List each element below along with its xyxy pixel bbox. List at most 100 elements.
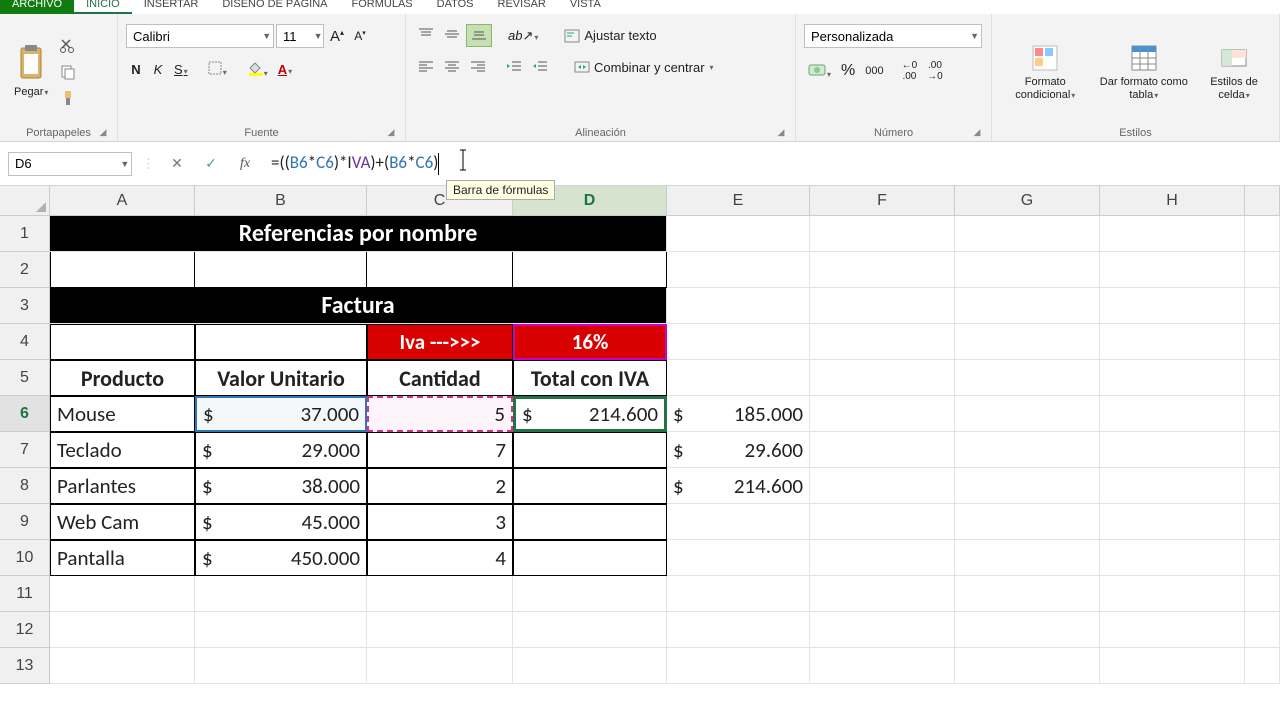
- col-header-B[interactable]: B: [195, 186, 367, 216]
- tab-review[interactable]: REVISAR: [486, 0, 558, 14]
- col-header-F[interactable]: F: [810, 186, 955, 216]
- cell[interactable]: [1100, 252, 1245, 288]
- cell[interactable]: [955, 432, 1100, 468]
- row-header-11[interactable]: 11: [0, 576, 50, 612]
- orientation-button[interactable]: ab↗▾: [504, 26, 542, 46]
- cell[interactable]: [1100, 360, 1245, 396]
- cell[interactable]: [1100, 396, 1245, 432]
- tab-file[interactable]: ARCHIVO: [0, 0, 74, 14]
- cell-D7[interactable]: [513, 432, 667, 468]
- cell-D8[interactable]: [513, 468, 667, 504]
- number-format-input[interactable]: [805, 29, 968, 44]
- cell[interactable]: [1100, 432, 1245, 468]
- cell[interactable]: [667, 324, 810, 360]
- enter-formula-button[interactable]: ✓: [199, 155, 223, 172]
- cell[interactable]: [955, 324, 1100, 360]
- cell[interactable]: [1245, 324, 1280, 360]
- cell[interactable]: [367, 576, 513, 612]
- row-header-2[interactable]: 2: [0, 252, 50, 288]
- paste-button[interactable]: Pegar▾: [8, 42, 54, 100]
- col-header-A[interactable]: A: [50, 186, 195, 216]
- cell[interactable]: [1245, 576, 1280, 612]
- cell[interactable]: [810, 468, 955, 504]
- cell[interactable]: [1100, 540, 1245, 576]
- cell-B8[interactable]: $38.000: [195, 468, 367, 504]
- tab-insert[interactable]: INSERTAR: [132, 0, 211, 14]
- col-header-I[interactable]: [1245, 186, 1280, 216]
- cell-C8[interactable]: 2: [367, 468, 513, 504]
- cell[interactable]: [1245, 504, 1280, 540]
- align-launcher[interactable]: ◢: [775, 127, 787, 139]
- cell[interactable]: [195, 576, 367, 612]
- percent-format-button[interactable]: %: [837, 60, 859, 82]
- cell[interactable]: [810, 216, 955, 252]
- decrease-decimal-button[interactable]: .00→0: [923, 58, 947, 84]
- italic-button[interactable]: K: [148, 60, 168, 79]
- align-center-button[interactable]: [440, 58, 464, 77]
- cell[interactable]: [195, 252, 367, 288]
- row-header-12[interactable]: 12: [0, 612, 50, 648]
- cell[interactable]: [810, 252, 955, 288]
- cell[interactable]: [50, 576, 195, 612]
- cell[interactable]: [810, 360, 955, 396]
- row-header-3[interactable]: 3: [0, 288, 50, 324]
- cell[interactable]: [810, 432, 955, 468]
- cell-iva-label[interactable]: Iva --->>>: [367, 324, 513, 360]
- number-launcher[interactable]: ◢: [971, 127, 983, 139]
- cell[interactable]: [667, 360, 810, 396]
- col-header-G[interactable]: G: [955, 186, 1100, 216]
- cell-hdr-total[interactable]: Total con IVA: [513, 360, 667, 396]
- cell[interactable]: [195, 324, 367, 360]
- cell[interactable]: [1245, 612, 1280, 648]
- cell[interactable]: [667, 576, 810, 612]
- comma-format-button[interactable]: 000: [861, 63, 887, 79]
- align-left-button[interactable]: [414, 58, 438, 77]
- cell[interactable]: [513, 576, 667, 612]
- cell[interactable]: [1245, 396, 1280, 432]
- cell[interactable]: [1245, 468, 1280, 504]
- cell[interactable]: [955, 648, 1100, 684]
- cell-E7[interactable]: $29.600: [667, 432, 810, 468]
- select-all-corner[interactable]: [0, 186, 50, 216]
- name-box-input[interactable]: [9, 156, 119, 171]
- number-format-combo[interactable]: ▼: [804, 24, 982, 48]
- align-middle-button[interactable]: [440, 25, 464, 46]
- cell[interactable]: [955, 396, 1100, 432]
- cell[interactable]: [955, 540, 1100, 576]
- row-header-1[interactable]: 1: [0, 216, 50, 252]
- cell[interactable]: [367, 648, 513, 684]
- cell[interactable]: [50, 324, 195, 360]
- merge-center-button[interactable]: Combinar y centrar▾: [570, 57, 718, 77]
- borders-button[interactable]: ▾: [204, 59, 231, 80]
- cell-E8[interactable]: $214.600: [667, 468, 810, 504]
- decrease-indent-button[interactable]: [502, 58, 526, 77]
- chevron-down-icon[interactable]: ▼: [260, 31, 273, 41]
- cell[interactable]: [810, 504, 955, 540]
- cell[interactable]: [1100, 648, 1245, 684]
- cell[interactable]: [195, 648, 367, 684]
- cell-D6[interactable]: $214.600: [513, 396, 667, 432]
- increase-indent-button[interactable]: [528, 58, 552, 77]
- row-header-4[interactable]: 4: [0, 324, 50, 360]
- cell[interactable]: [1100, 576, 1245, 612]
- cell[interactable]: [667, 504, 810, 540]
- cell[interactable]: [810, 612, 955, 648]
- cell-E6[interactable]: $185.000: [667, 396, 810, 432]
- fill-color-button[interactable]: ▾: [243, 58, 272, 81]
- align-right-button[interactable]: [466, 58, 490, 77]
- chevron-down-icon[interactable]: ▼: [968, 31, 981, 41]
- cell-C9[interactable]: 3: [367, 504, 513, 540]
- cell[interactable]: [810, 396, 955, 432]
- tab-home[interactable]: INICIO: [74, 0, 132, 14]
- tab-formulas[interactable]: FÓRMULAS: [340, 0, 425, 14]
- cell[interactable]: [955, 612, 1100, 648]
- increase-font-button[interactable]: A▴: [326, 26, 348, 47]
- cell[interactable]: [810, 576, 955, 612]
- tab-data[interactable]: DATOS: [425, 0, 486, 14]
- tab-page-layout[interactable]: DISEÑO DE PÁGINA: [210, 0, 339, 14]
- cell-hdr-prod[interactable]: Producto: [50, 360, 195, 396]
- cell[interactable]: [667, 252, 810, 288]
- insert-function-button[interactable]: fx: [233, 156, 257, 172]
- row-header-10[interactable]: 10: [0, 540, 50, 576]
- font-size-input[interactable]: [277, 29, 313, 44]
